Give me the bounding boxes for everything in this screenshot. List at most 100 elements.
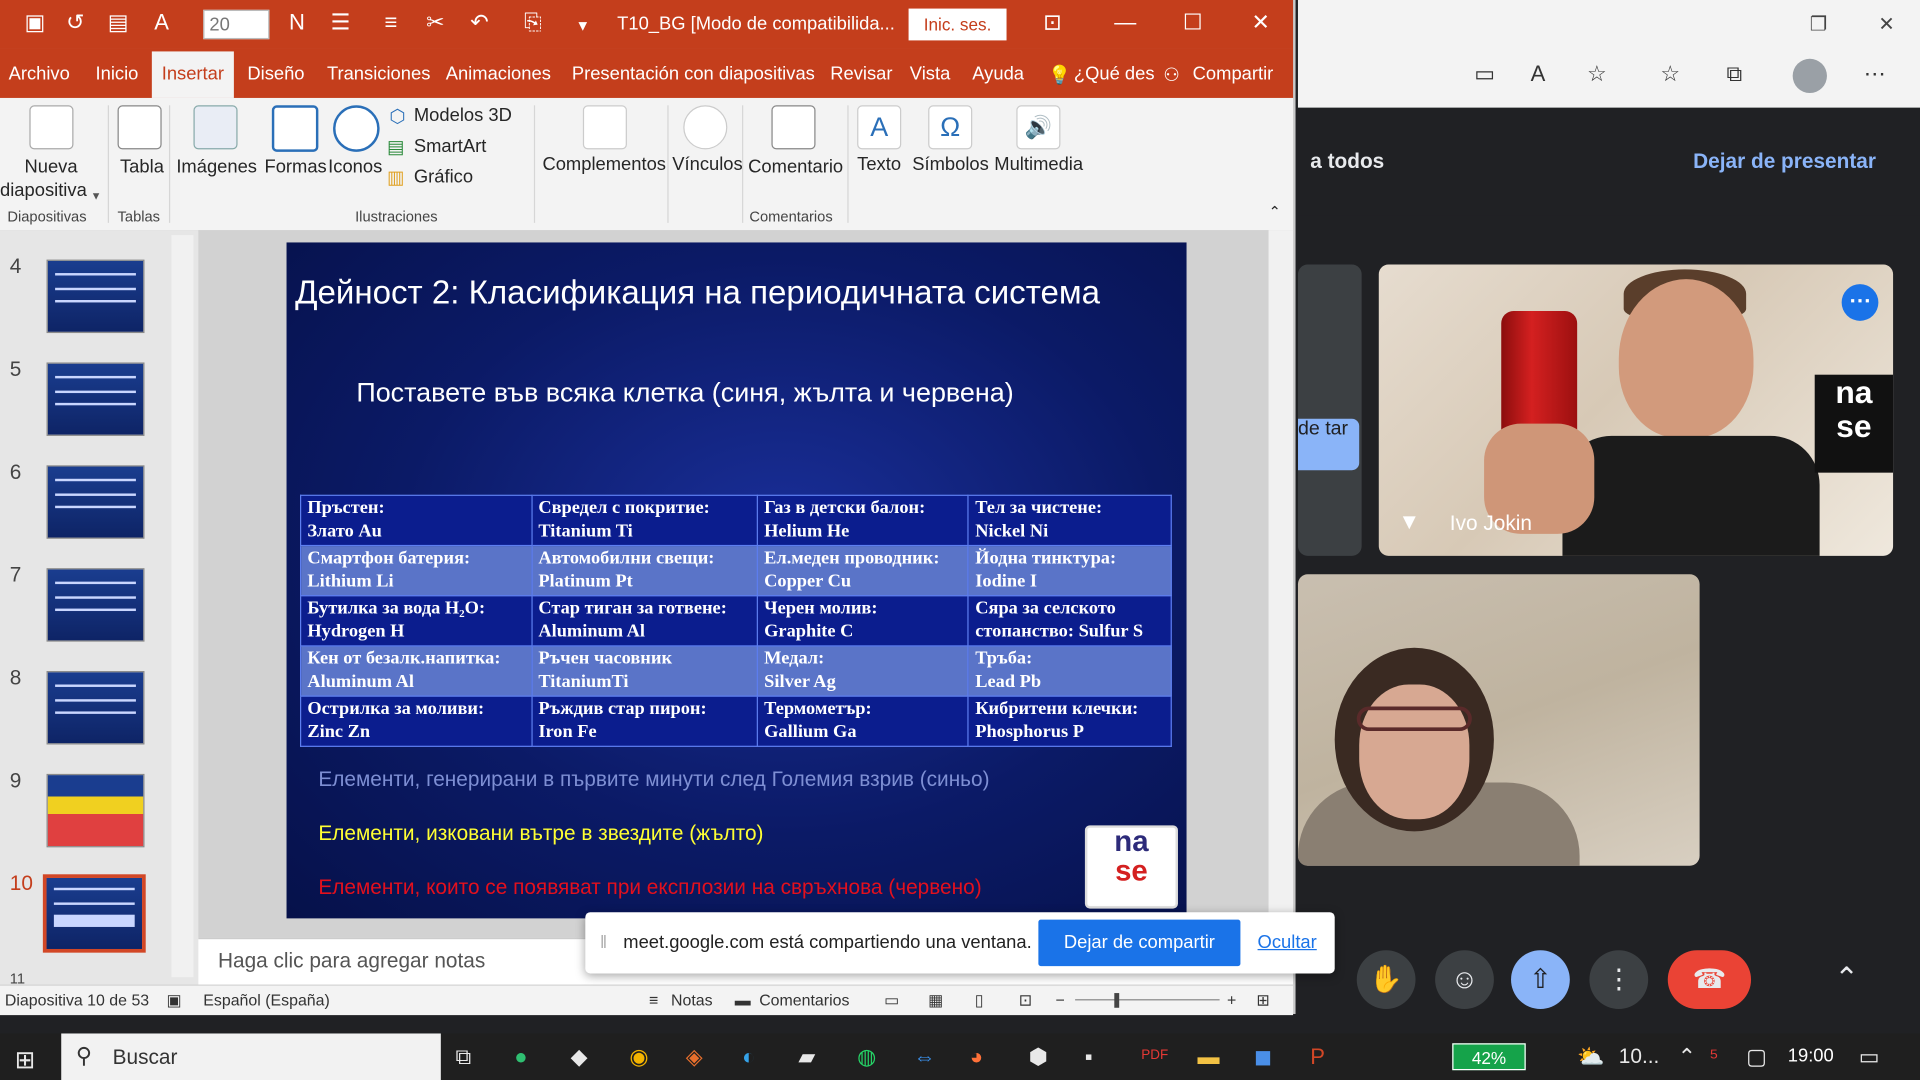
action-center-icon[interactable]: ▭ [1859, 1044, 1880, 1070]
table-cell[interactable]: Бутилка за вода H₂O: Hydrogen H [300, 595, 533, 647]
smartart-label[interactable]: SmartArt [414, 136, 486, 157]
slide-thumbnail-selected[interactable] [42, 874, 146, 953]
cut-icon[interactable]: ✂ [426, 10, 444, 36]
table-cell[interactable]: Ел.меден проводник: Copper Cu [756, 544, 970, 597]
table-cell[interactable]: Ръждив стар пирон: Iron Fe [530, 695, 759, 747]
table-cell[interactable]: Тел за чистене: Nickel Ni [967, 494, 1172, 547]
slide-thumbnail[interactable] [46, 362, 145, 436]
tab-transitions[interactable]: Transiciones [327, 64, 430, 85]
minimize-icon[interactable]: — [1114, 10, 1136, 36]
hide-link[interactable]: Ocultar [1258, 932, 1317, 953]
zoom-in-icon[interactable]: + [1227, 991, 1236, 1009]
read-aloud-icon[interactable]: A [1531, 61, 1546, 87]
new-slide-label-2[interactable]: diapositiva [0, 180, 87, 201]
battery-indicator[interactable]: 42% [1452, 1043, 1526, 1071]
addins-icon[interactable] [582, 105, 627, 150]
tab-insert[interactable]: Insertar [151, 51, 234, 98]
slide-thumbnail[interactable] [46, 671, 145, 745]
add-favorite-icon[interactable]: ☆ [1587, 61, 1607, 87]
slide-thumbnail[interactable] [46, 568, 145, 642]
slide-title[interactable]: Дейност 2: Класификация на периодичната … [295, 274, 1100, 312]
more-options-button[interactable]: ⋮ [1589, 950, 1649, 1009]
text-icon[interactable]: A [857, 105, 902, 150]
share-button[interactable]: Compartir [1193, 64, 1274, 85]
stop-presenting-button[interactable]: Dejar de presentar [1693, 149, 1876, 173]
zoom-out-icon[interactable]: − [1056, 991, 1065, 1009]
table-cell[interactable]: Черен молив: Graphite C [756, 595, 970, 647]
maximize-icon[interactable]: ☐ [1183, 10, 1203, 36]
table-cell[interactable]: Кибритени клечки: Phosphorus P [967, 695, 1172, 747]
undo-start-icon[interactable]: ↺ [66, 10, 84, 36]
ribbon-display-icon[interactable]: ⊡ [1043, 10, 1061, 36]
notes-icon[interactable]: ≡ [649, 991, 658, 1009]
sorter-view-icon[interactable]: ▦ [928, 991, 943, 1011]
emoji-button[interactable]: ☺ [1435, 950, 1494, 1009]
tab-file[interactable]: Archivo [9, 64, 70, 85]
edge-icon[interactable]: ◐ [742, 1044, 755, 1070]
images-label[interactable]: Imágenes [176, 157, 257, 178]
zoom-handle[interactable] [1114, 993, 1120, 1008]
table-cell[interactable]: Медал: Silver Ag [756, 645, 970, 697]
app-icon[interactable]: ▰ [798, 1044, 815, 1070]
tell-me-box[interactable]: ¿Qué des [1074, 64, 1155, 85]
table-cell[interactable]: Смартфон батерия: Lithium Li [300, 544, 533, 597]
notification-badge-icon[interactable]: ⁵ [1709, 1044, 1718, 1070]
table-cell[interactable]: Кен от безалк.напитка: Aluminum Al [300, 645, 533, 697]
weather-icon[interactable]: ⛅ [1577, 1044, 1604, 1070]
notes-toggle[interactable]: Notas [671, 991, 713, 1009]
font-color-icon[interactable]: A [154, 10, 169, 36]
table-cell[interactable]: Острилка за моливи: Zinc Zn [300, 695, 533, 747]
normal-view-icon[interactable]: ▭ [884, 991, 899, 1011]
tab-animations[interactable]: Animaciones [446, 64, 551, 85]
more-options-icon[interactable]: ⋯ [1841, 284, 1879, 321]
table-cell[interactable]: Газ в детски балон: Helium He [756, 494, 970, 547]
addins-label[interactable]: Complementos [542, 154, 666, 175]
powerpoint-taskbar-icon[interactable]: P [1310, 1044, 1325, 1070]
table-cell[interactable]: Термометър: Gallium Ga [756, 695, 970, 747]
participant-tile-self[interactable] [1297, 574, 1700, 866]
table-cell[interactable]: Свредел с покритие: Titanium Ti [530, 494, 759, 547]
firefox-icon[interactable]: ◕ [970, 1044, 983, 1070]
thumbnails-scrollbar[interactable] [171, 235, 194, 978]
app-icon[interactable]: ◼ [1254, 1044, 1272, 1070]
notes-placeholder[interactable]: Haga clic para agregar notas [218, 949, 485, 973]
table-label[interactable]: Tabla [120, 157, 164, 178]
app-icon[interactable]: ▪ [1085, 1044, 1093, 1070]
pdf-jpg-icon[interactable]: PDF [1141, 1048, 1168, 1063]
participant-tile-ivo[interactable]: na se ▼ Ivo Jokin ⋯ [1378, 264, 1894, 556]
new-slide-icon[interactable] [29, 105, 74, 150]
taskbar-search[interactable]: ⚲ Buscar [61, 1033, 441, 1080]
text-label[interactable]: Texto [857, 154, 901, 175]
icons-icon[interactable] [333, 105, 380, 152]
tab-slideshow[interactable]: Presentación con diapositivas [572, 64, 815, 85]
stop-sharing-button[interactable]: Dejar de compartir [1038, 919, 1241, 967]
table-cell[interactable]: Тръба: Lead Pb [967, 645, 1172, 697]
reading-view-icon[interactable]: ▯ [975, 991, 984, 1011]
customize-qat-icon[interactable]: ▼ [576, 17, 591, 34]
app-icon[interactable]: ◈ [686, 1044, 703, 1070]
new-slide-label[interactable]: Nueva [24, 157, 77, 178]
table-cell[interactable]: Сяра за селското стопанство: Sulfur S [967, 595, 1172, 647]
save-icon[interactable]: ▣ [24, 10, 45, 36]
restore-icon[interactable]: ❐ [1810, 12, 1828, 36]
slide-thumbnail[interactable] [46, 465, 145, 539]
font-size-box[interactable]: 20 [203, 9, 270, 40]
shapes-label[interactable]: Formas [264, 157, 326, 178]
slideshow-view-icon[interactable]: ⊡ [1019, 991, 1032, 1011]
fit-slide-icon[interactable]: ⊞ [1256, 991, 1269, 1011]
table-cell[interactable]: Пръстен: Злато Au [300, 494, 533, 547]
present-icon[interactable]: ▤ [108, 10, 129, 36]
media-label[interactable]: Multimedia [994, 154, 1083, 175]
chrome-icon[interactable]: ◉ [629, 1044, 648, 1070]
table-cell[interactable]: Стар тиган за готвене: Aluminum Al [530, 595, 759, 647]
tab-review[interactable]: Revisar [830, 64, 892, 85]
tab-design[interactable]: Diseño [247, 64, 304, 85]
comment-label[interactable]: Comentario [748, 157, 843, 178]
present-button[interactable]: ⇧ [1511, 950, 1570, 1009]
table-icon[interactable] [117, 105, 162, 150]
collections-icon[interactable]: ⧉ [1727, 61, 1743, 87]
favorites-icon[interactable]: ☆ [1660, 61, 1680, 87]
elements-table[interactable]: Пръстен: Злато Au Свредел с покритие: Titan… [300, 494, 1172, 747]
undo-icon[interactable]: ↶ [470, 10, 488, 36]
links-label[interactable]: Vínculos [672, 154, 742, 175]
